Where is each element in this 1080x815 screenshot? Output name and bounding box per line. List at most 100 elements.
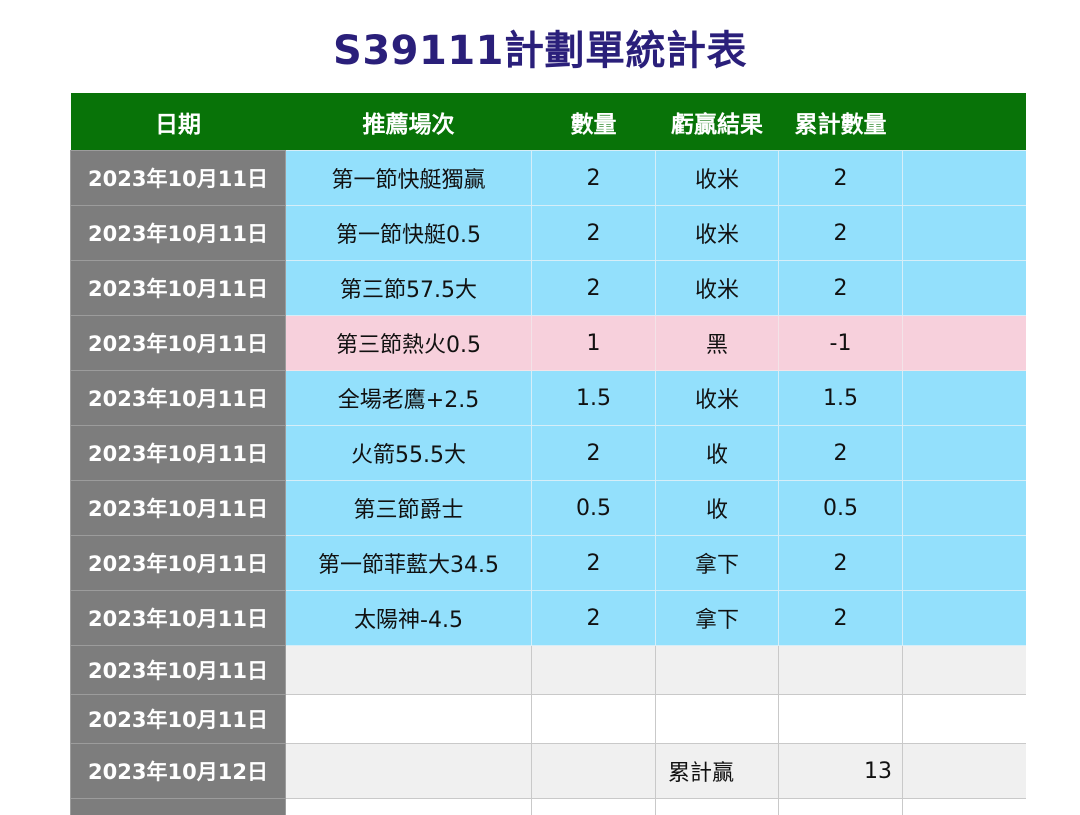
recommendation-cell[interactable]: 第一節快艇獨贏 bbox=[285, 150, 532, 206]
table-row: 2023年10月11日 第三節爵士 0.5 收 0.5 bbox=[70, 480, 1026, 536]
recommendation-cell[interactable] bbox=[285, 645, 532, 695]
cumulative-cell[interactable]: 2 bbox=[778, 535, 903, 591]
recommendation-cell[interactable]: 第一節菲藍大34.5 bbox=[285, 535, 532, 591]
date-cell[interactable]: 2023年10月11日 bbox=[70, 535, 286, 591]
extra-cell[interactable] bbox=[902, 370, 1026, 426]
cumulative-cell[interactable] bbox=[778, 798, 903, 815]
extra-cell[interactable] bbox=[902, 743, 1026, 799]
recommendation-cell[interactable]: 第三節熱火0.5 bbox=[285, 315, 532, 371]
header-row: 日期 推薦場次 數量 虧贏結果 累計數量 bbox=[70, 93, 1026, 151]
quantity-cell[interactable] bbox=[531, 798, 656, 815]
header-quantity[interactable]: 數量 bbox=[531, 93, 656, 151]
quantity-cell[interactable]: 0.5 bbox=[531, 480, 656, 536]
date-cell[interactable]: 2023年10月11日 bbox=[70, 425, 286, 481]
date-cell[interactable]: 2023年10月11日 bbox=[70, 645, 286, 695]
cumulative-cell[interactable]: 2 bbox=[778, 590, 903, 646]
result-cell[interactable]: 收米 bbox=[655, 205, 779, 261]
table-row: 2023年10月11日 第三節熱火0.5 1 黑 -1 bbox=[70, 315, 1026, 371]
cumulative-cell[interactable]: 2 bbox=[778, 205, 903, 261]
page-title: S39111計劃單統計表 bbox=[333, 28, 747, 74]
recommendation-cell[interactable]: 第三節爵士 bbox=[285, 480, 532, 536]
total-row: 2023年10月12日 累計贏 13 bbox=[70, 743, 1026, 799]
table-row bbox=[70, 798, 1026, 815]
date-cell[interactable]: 2023年10月11日 bbox=[70, 694, 286, 744]
extra-cell[interactable] bbox=[902, 315, 1026, 371]
cumulative-cell[interactable]: 2 bbox=[778, 150, 903, 206]
recommendation-cell[interactable] bbox=[285, 743, 532, 799]
extra-cell[interactable] bbox=[902, 535, 1026, 591]
quantity-cell[interactable]: 2 bbox=[531, 590, 656, 646]
table-row: 2023年10月11日 第三節57.5大 2 收米 2 bbox=[70, 260, 1026, 316]
result-cell[interactable]: 收米 bbox=[655, 150, 779, 206]
table-row: 2023年10月11日 全場老鷹+2.5 1.5 收米 1.5 bbox=[70, 370, 1026, 426]
extra-cell[interactable] bbox=[902, 590, 1026, 646]
recommendation-cell[interactable]: 第一節快艇0.5 bbox=[285, 205, 532, 261]
date-cell[interactable]: 2023年10月11日 bbox=[70, 315, 286, 371]
extra-cell[interactable] bbox=[902, 480, 1026, 536]
table-row: 2023年10月11日 bbox=[70, 645, 1026, 695]
result-cell[interactable] bbox=[655, 798, 779, 815]
cumulative-cell[interactable]: 2 bbox=[778, 425, 903, 481]
quantity-cell[interactable]: 1 bbox=[531, 315, 656, 371]
result-cell[interactable]: 收 bbox=[655, 480, 779, 536]
quantity-cell[interactable] bbox=[531, 743, 656, 799]
stats-table-container: 日期 推薦場次 數量 虧贏結果 累計數量 2023年10月11日 第一節快艇獨贏… bbox=[70, 93, 1026, 815]
extra-cell[interactable] bbox=[902, 150, 1026, 206]
header-extra[interactable] bbox=[902, 93, 1026, 151]
result-cell[interactable] bbox=[655, 694, 779, 744]
extra-cell[interactable] bbox=[902, 205, 1026, 261]
cumulative-cell[interactable]: -1 bbox=[778, 315, 903, 371]
result-cell[interactable]: 收米 bbox=[655, 260, 779, 316]
quantity-cell[interactable]: 2 bbox=[531, 260, 656, 316]
result-cell[interactable]: 收米 bbox=[655, 370, 779, 426]
date-cell[interactable]: 2023年10月11日 bbox=[70, 480, 286, 536]
header-cumulative[interactable]: 累計數量 bbox=[778, 93, 903, 151]
header-result[interactable]: 虧贏結果 bbox=[655, 93, 779, 151]
table-row: 2023年10月11日 第一節快艇0.5 2 收米 2 bbox=[70, 205, 1026, 261]
date-cell[interactable] bbox=[70, 798, 286, 815]
result-cell[interactable] bbox=[655, 645, 779, 695]
table-row: 2023年10月11日 太陽神-4.5 2 拿下 2 bbox=[70, 590, 1026, 646]
total-label-cell[interactable]: 累計贏 bbox=[655, 743, 779, 799]
result-cell[interactable]: 收 bbox=[655, 425, 779, 481]
table-row: 2023年10月11日 第一節快艇獨贏 2 收米 2 bbox=[70, 150, 1026, 206]
cumulative-cell[interactable]: 0.5 bbox=[778, 480, 903, 536]
header-date[interactable]: 日期 bbox=[70, 93, 286, 151]
result-cell[interactable]: 黑 bbox=[655, 315, 779, 371]
date-cell[interactable]: 2023年10月11日 bbox=[70, 150, 286, 206]
total-value-cell[interactable]: 13 bbox=[778, 743, 903, 799]
quantity-cell[interactable]: 2 bbox=[531, 535, 656, 591]
date-cell[interactable]: 2023年10月11日 bbox=[70, 370, 286, 426]
extra-cell[interactable] bbox=[902, 260, 1026, 316]
cumulative-cell[interactable] bbox=[778, 645, 903, 695]
header-recommendation[interactable]: 推薦場次 bbox=[285, 93, 532, 151]
recommendation-cell[interactable]: 全場老鷹+2.5 bbox=[285, 370, 532, 426]
table-row: 2023年10月11日 第一節菲藍大34.5 2 拿下 2 bbox=[70, 535, 1026, 591]
recommendation-cell[interactable]: 第三節57.5大 bbox=[285, 260, 532, 316]
date-cell[interactable]: 2023年10月11日 bbox=[70, 260, 286, 316]
quantity-cell[interactable]: 2 bbox=[531, 425, 656, 481]
recommendation-cell[interactable]: 太陽神-4.5 bbox=[285, 590, 532, 646]
result-cell[interactable]: 拿下 bbox=[655, 535, 779, 591]
recommendation-cell[interactable] bbox=[285, 694, 532, 744]
date-cell[interactable]: 2023年10月12日 bbox=[70, 743, 286, 799]
quantity-cell[interactable]: 1.5 bbox=[531, 370, 656, 426]
stats-table: 日期 推薦場次 數量 虧贏結果 累計數量 2023年10月11日 第一節快艇獨贏… bbox=[70, 93, 1026, 815]
cumulative-cell[interactable] bbox=[778, 694, 903, 744]
date-cell[interactable]: 2023年10月11日 bbox=[70, 205, 286, 261]
quantity-cell[interactable]: 2 bbox=[531, 205, 656, 261]
result-cell[interactable]: 拿下 bbox=[655, 590, 779, 646]
extra-cell[interactable] bbox=[902, 798, 1026, 815]
extra-cell[interactable] bbox=[902, 694, 1026, 744]
extra-cell[interactable] bbox=[902, 425, 1026, 481]
cumulative-cell[interactable]: 1.5 bbox=[778, 370, 903, 426]
quantity-cell[interactable]: 2 bbox=[531, 150, 656, 206]
date-cell[interactable]: 2023年10月11日 bbox=[70, 590, 286, 646]
extra-cell[interactable] bbox=[902, 645, 1026, 695]
quantity-cell[interactable] bbox=[531, 694, 656, 744]
table-row: 2023年10月11日 bbox=[70, 694, 1026, 744]
quantity-cell[interactable] bbox=[531, 645, 656, 695]
recommendation-cell[interactable]: 火箭55.5大 bbox=[285, 425, 532, 481]
recommendation-cell[interactable] bbox=[285, 798, 532, 815]
cumulative-cell[interactable]: 2 bbox=[778, 260, 903, 316]
